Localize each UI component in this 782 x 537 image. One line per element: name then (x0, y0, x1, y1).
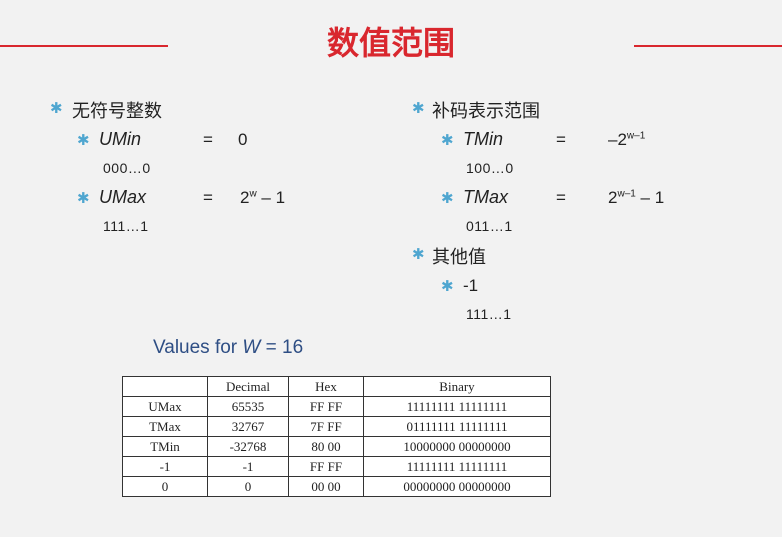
tmax-name: TMax (463, 187, 508, 207)
umax-eq: = (203, 188, 213, 207)
umin-bits: 000…0 (103, 160, 151, 176)
bullet-icon: ✱ (77, 132, 90, 149)
table-row: UMax 65535 FF FF 11111111 11111111 (122, 396, 551, 417)
tmax-bits: 011…1 (466, 218, 513, 234)
values-table: Decimal Hex Binary UMax 65535 FF FF 1111… (122, 376, 551, 497)
table-header-row: Decimal Hex Binary (122, 376, 551, 397)
unsigned-heading: 无符号整数 (72, 101, 162, 122)
umax-bits: 111…1 (103, 218, 149, 234)
binary-cell: 01111111 11111111 (363, 416, 551, 437)
tmin-name: TMin (463, 129, 503, 149)
bullet-icon: ✱ (77, 190, 90, 207)
hex-cell: 00 00 (288, 476, 364, 497)
row-label: TMin (122, 436, 208, 457)
neg-one-value: -1 (463, 276, 479, 295)
binary-cell: 10000000 00000000 (363, 436, 551, 457)
tmin-bits: 100…0 (466, 160, 514, 176)
decimal-cell: 0 (207, 476, 289, 497)
bullet-icon: ✱ (50, 100, 63, 117)
table-row: -1 -1 FF FF 11111111 11111111 (122, 456, 551, 477)
tmin-eq: = (556, 130, 566, 149)
header-cell: Hex (288, 376, 364, 397)
umin-eq: = (203, 130, 213, 149)
other-values-heading: 其他值 (432, 247, 486, 268)
bullet-icon: ✱ (441, 190, 454, 207)
tmin-value: –2w–1 (608, 130, 646, 149)
header-cell (122, 376, 208, 397)
twos-complement-heading: 补码表示范围 (432, 101, 540, 122)
binary-cell: 11111111 11111111 (363, 456, 551, 477)
table-row: 0 0 00 00 00000000 00000000 (122, 476, 551, 497)
binary-cell: 11111111 11111111 (363, 396, 551, 417)
binary-cell: 00000000 00000000 (363, 476, 551, 497)
tmax-eq: = (556, 188, 566, 207)
bullet-icon: ✱ (412, 100, 425, 117)
decimal-cell: -32768 (207, 436, 289, 457)
umax-name: UMax (99, 187, 147, 207)
umin-name: UMin (99, 129, 142, 149)
neg-one-bits: 111…1 (466, 306, 512, 322)
hex-cell: FF FF (288, 396, 364, 417)
bullet-icon: ✱ (412, 246, 425, 263)
bullet-icon: ✱ (441, 278, 454, 295)
header-cell: Decimal (207, 376, 289, 397)
slide-title: 数值范围 (326, 24, 455, 62)
row-label: 0 (122, 476, 208, 497)
row-label: -1 (122, 456, 208, 477)
decimal-cell: 32767 (207, 416, 289, 437)
table-row: TMin -32768 80 00 10000000 00000000 (122, 436, 551, 457)
row-label: UMax (122, 396, 208, 417)
values-label: Values for W = 16 (153, 337, 304, 358)
header-cell: Binary (363, 376, 551, 397)
decimal-cell: 65535 (207, 396, 289, 417)
umax-value: 2w – 1 (240, 188, 286, 207)
decimal-cell: -1 (207, 456, 289, 477)
row-label: TMax (122, 416, 208, 437)
hex-cell: 80 00 (288, 436, 364, 457)
hex-cell: FF FF (288, 456, 364, 477)
umin-value: 0 (238, 130, 248, 149)
table-row: TMax 32767 7F FF 01111111 11111111 (122, 416, 551, 437)
hex-cell: 7F FF (288, 416, 364, 437)
tmax-value: 2w–1 – 1 (608, 188, 665, 207)
bullet-icon: ✱ (441, 132, 454, 149)
